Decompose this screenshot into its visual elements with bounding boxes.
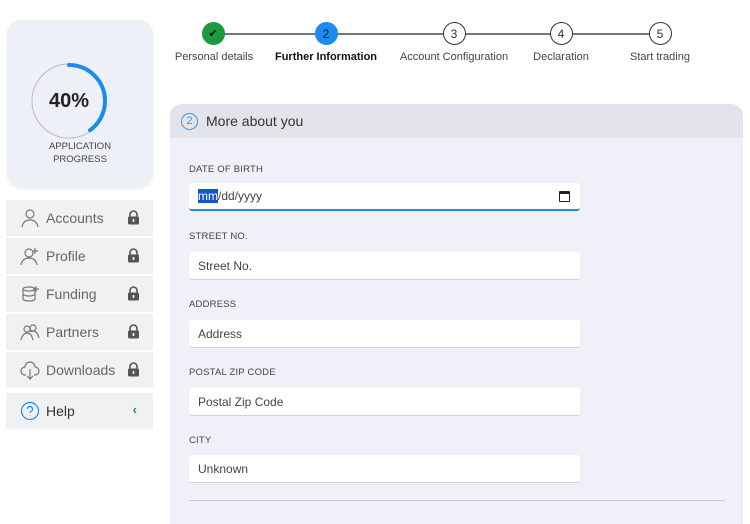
sidebar-item-profile[interactable]: Profile <box>6 238 153 274</box>
cloud-download-icon <box>20 360 40 380</box>
calendar-icon[interactable] <box>559 191 570 202</box>
lock-icon <box>127 286 140 304</box>
street-no-input[interactable]: Street No. <box>189 252 580 280</box>
application-progress-card: 40% APPLICATION PROGRESS <box>7 20 153 188</box>
step-connector <box>561 33 660 35</box>
section-number: 2 <box>181 112 198 130</box>
zip-label: POSTAL ZIP CODE <box>189 367 276 378</box>
lock-icon <box>127 248 140 266</box>
lock-icon <box>127 362 140 380</box>
sidebar-item-label: Profile <box>46 248 86 264</box>
sidebar-item-label: Help <box>46 403 75 419</box>
step-connector <box>326 33 454 35</box>
sidebar-item-partners[interactable]: Partners <box>6 314 153 350</box>
step-5-label: Start trading <box>630 51 690 63</box>
section-title: More about you <box>206 113 304 129</box>
dob-label: DATE OF BIRTH <box>189 164 264 175</box>
address-label: ADDRESS <box>189 299 237 310</box>
step-2-label: Further Information <box>274 51 378 63</box>
step-3-label: Account Configuration <box>399 51 509 63</box>
sidebar-item-label: Partners <box>46 324 99 340</box>
address-input[interactable]: Address <box>189 320 580 348</box>
sidebar-item-label: Funding <box>46 286 97 302</box>
sidebar-item-label: Accounts <box>46 210 104 226</box>
city-input[interactable]: Unknown <box>189 455 580 483</box>
step-1-indicator[interactable]: ✔ <box>201 22 225 45</box>
city-label: CITY <box>189 435 212 446</box>
divider <box>189 500 725 501</box>
sidebar-item-help[interactable]: Help ‹ <box>6 393 153 429</box>
section-header: 2 More about you <box>170 104 743 138</box>
street-label: STREET NO. <box>189 231 248 242</box>
progress-label: APPLICATION PROGRESS <box>48 141 112 165</box>
sidebar-item-label: Downloads <box>46 362 116 378</box>
postal-zip-input[interactable]: Postal Zip Code <box>189 388 580 416</box>
chevron-left-icon[interactable]: ‹ <box>133 402 137 417</box>
lock-icon <box>127 210 140 228</box>
user-icon <box>20 208 40 228</box>
step-4-indicator[interactable]: 4 <box>549 22 573 45</box>
sidebar-item-downloads[interactable]: Downloads <box>6 352 153 388</box>
more-about-you-panel: 2 More about you DATE OF BIRTH mm/dd/yyy… <box>170 104 743 524</box>
step-5-indicator[interactable]: 5 <box>648 22 672 45</box>
step-2-indicator[interactable]: 2 <box>314 22 338 45</box>
step-1-label: Personal details <box>174 51 254 63</box>
help-icon <box>20 401 40 421</box>
progress-percent: 40% <box>48 89 90 112</box>
coins-icon <box>20 284 40 304</box>
step-4-label: Declaration <box>533 51 589 63</box>
users-icon <box>20 322 40 342</box>
date-of-birth-input[interactable]: mm/dd/yyyy <box>189 183 580 211</box>
lock-icon <box>127 324 140 342</box>
step-connector <box>454 33 561 35</box>
sidebar-item-funding[interactable]: Funding <box>6 276 153 312</box>
step-3-indicator[interactable]: 3 <box>442 22 466 45</box>
user-plus-icon <box>20 246 40 266</box>
step-connector <box>213 33 326 35</box>
sidebar-item-accounts[interactable]: Accounts <box>6 200 153 236</box>
